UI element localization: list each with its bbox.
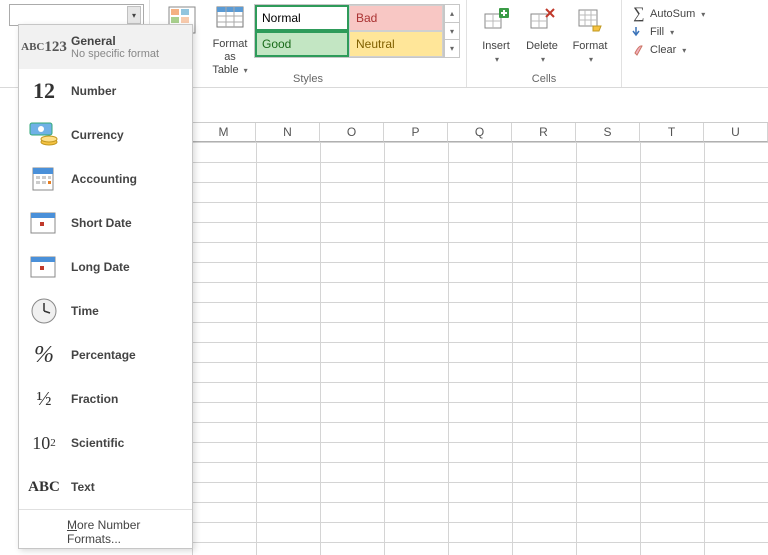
number-format-selector[interactable]: ▾	[9, 4, 144, 26]
fraction-icon: ½	[27, 382, 61, 416]
scientific-icon: 102	[27, 426, 61, 460]
format-icon	[574, 6, 606, 38]
format-option-text[interactable]: ABC Text	[19, 465, 192, 509]
fill-label: Fill	[650, 26, 664, 38]
delete-button[interactable]: Delete▾	[521, 4, 563, 68]
autosum-button[interactable]: ∑ AutoSum ▾	[630, 6, 707, 22]
currency-icon	[27, 118, 61, 152]
more-number-formats[interactable]: More Number Formats...	[19, 509, 192, 554]
format-option-scientific[interactable]: 102 Scientific	[19, 421, 192, 465]
clear-button[interactable]: Clear ▾	[630, 42, 707, 58]
number-format-dropdown-button[interactable]: ▾	[127, 6, 141, 24]
style-good[interactable]: Good	[255, 31, 349, 57]
format-as-table-button[interactable]: Format asTable ▾	[206, 2, 254, 66]
format-option-label: Fraction	[71, 392, 118, 406]
styles-scroll-down[interactable]: ▾	[445, 23, 459, 41]
format-option-long-date[interactable]: Long Date	[19, 245, 192, 289]
format-option-label: Scientific	[71, 436, 124, 450]
format-option-label: Long Date	[71, 260, 130, 274]
format-as-table-icon	[214, 4, 246, 36]
format-option-label: Number	[71, 84, 116, 98]
format-option-number[interactable]: 12 Number	[19, 69, 192, 113]
col-header[interactable]: O	[320, 123, 384, 142]
number-format-dropdown-menu: ABC123 General No specific format 12 Num…	[18, 24, 193, 549]
clear-label: Clear	[650, 44, 676, 56]
col-header[interactable]: R	[512, 123, 576, 142]
styles-more-button[interactable]: ▾	[445, 40, 459, 57]
format-option-short-date[interactable]: Short Date	[19, 201, 192, 245]
style-normal[interactable]: Normal	[255, 5, 349, 31]
format-option-label: Short Date	[71, 216, 132, 230]
styles-scroll-up[interactable]: ▴	[445, 5, 459, 23]
col-header[interactable]: M	[192, 123, 256, 142]
col-header[interactable]: Q	[448, 123, 512, 142]
cells-group-label: Cells	[467, 73, 621, 85]
styles-gallery-scroll: ▴ ▾ ▾	[444, 4, 460, 58]
format-option-label: Text	[71, 480, 95, 494]
format-option-currency[interactable]: Currency	[19, 113, 192, 157]
format-option-label: Percentage	[71, 348, 136, 362]
text-icon: ABC	[27, 470, 61, 504]
format-option-time[interactable]: Time	[19, 289, 192, 333]
short-date-icon	[27, 206, 61, 240]
cell-grid[interactable]	[192, 142, 768, 555]
editing-group: ∑ AutoSum ▾ Fill ▾ Clear ▾	[622, 0, 715, 87]
format-option-label: Accounting	[71, 172, 137, 186]
insert-icon	[480, 6, 512, 38]
insert-label: Insert	[482, 40, 510, 52]
col-header[interactable]: S	[576, 123, 640, 142]
format-option-general[interactable]: ABC123 General No specific format	[19, 25, 192, 69]
format-label: Format	[573, 40, 608, 52]
fill-icon	[632, 25, 646, 39]
general-icon: ABC123	[27, 30, 61, 64]
column-headers: M N O P Q R S T U	[192, 122, 768, 142]
col-header[interactable]: P	[384, 123, 448, 142]
cell-styles-gallery: Normal Bad Good Neutral	[254, 4, 444, 58]
format-button[interactable]: Format▾	[567, 4, 613, 68]
col-header[interactable]: N	[256, 123, 320, 142]
delete-icon	[526, 6, 558, 38]
format-option-label: Currency	[71, 128, 124, 142]
more-formats-label: ore Number Formats...	[67, 518, 140, 546]
format-option-fraction[interactable]: ½ Fraction	[19, 377, 192, 421]
format-option-label: General	[71, 34, 159, 48]
clear-icon	[632, 43, 646, 57]
cells-group: Insert▾ Delete▾ Format▾ Cells	[467, 0, 622, 87]
format-option-accounting[interactable]: Accounting	[19, 157, 192, 201]
delete-label: Delete	[526, 40, 558, 52]
style-neutral[interactable]: Neutral	[349, 31, 443, 57]
styles-group-label: Styles	[150, 73, 466, 85]
time-icon	[27, 294, 61, 328]
fill-button[interactable]: Fill ▾	[630, 24, 707, 40]
number-icon: 12	[27, 74, 61, 108]
col-header[interactable]: U	[704, 123, 768, 142]
style-bad[interactable]: Bad	[349, 5, 443, 31]
percentage-icon: %	[27, 338, 61, 372]
long-date-icon	[27, 250, 61, 284]
autosum-icon: ∑	[632, 7, 646, 21]
styles-group: onalng ▾ Format asTable ▾ Normal Bad Goo…	[150, 0, 467, 87]
accounting-icon	[27, 162, 61, 196]
autosum-label: AutoSum	[650, 8, 695, 20]
format-option-percentage[interactable]: % Percentage	[19, 333, 192, 377]
format-as-table-label: Format asTable ▾	[212, 38, 247, 76]
insert-button[interactable]: Insert▾	[475, 4, 517, 68]
format-option-sub: No specific format	[71, 48, 159, 60]
col-header[interactable]: T	[640, 123, 704, 142]
format-option-label: Time	[71, 304, 99, 318]
